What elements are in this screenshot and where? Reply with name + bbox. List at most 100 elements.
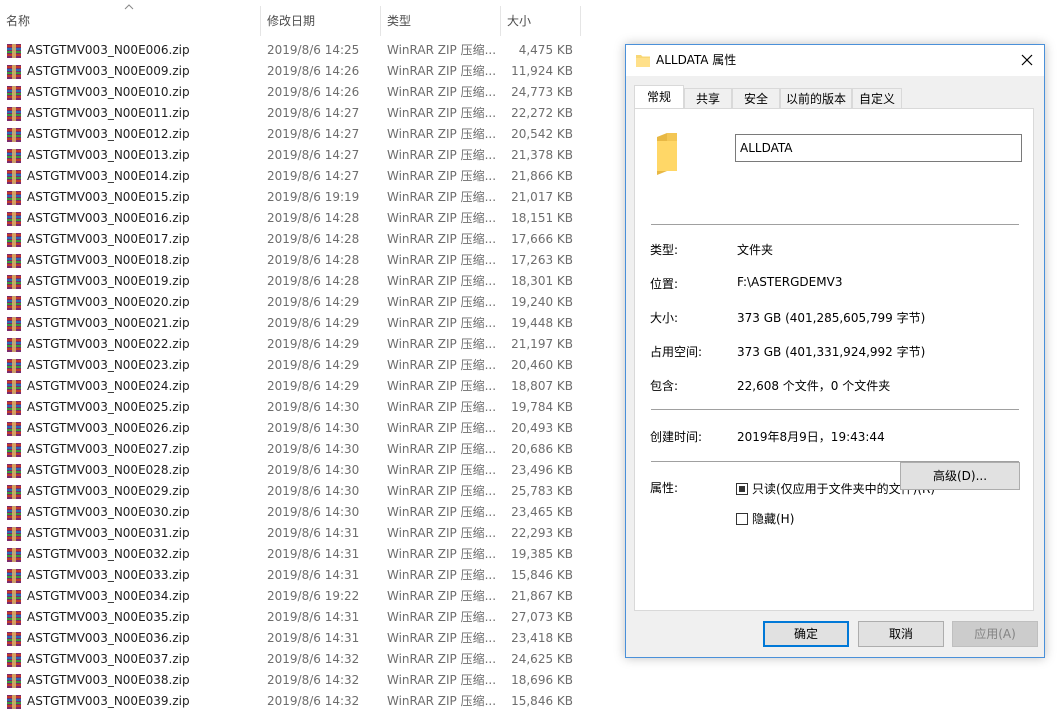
tab-general[interactable]: 常规 [634,85,684,109]
disk-size-value: 373 GB (401,331,924,992 字节) [737,345,926,359]
column-name[interactable]: 名称 [6,0,30,38]
column-divider[interactable] [580,6,581,36]
file-size: 17,263 KB [511,253,573,267]
file-row[interactable]: ASTGTMV003_N00E024.zip 2019/8/6 14:29 WinR… [0,376,582,397]
file-row[interactable]: ASTGTMV003_N00E011.zip 2019/8/6 14:27 WinR… [0,103,582,124]
file-size: 24,625 KB [511,652,573,666]
file-row[interactable]: ASTGTMV003_N00E016.zip 2019/8/6 14:28 WinR… [0,208,582,229]
file-row[interactable]: ASTGTMV003_N00E034.zip 2019/8/6 19:22 WinR… [0,586,582,607]
close-icon[interactable] [1010,45,1044,76]
winrar-zip-icon [7,506,21,520]
winrar-zip-icon [7,191,21,205]
tab-sharing[interactable]: 共享 [684,88,732,108]
file-size: 22,272 KB [511,106,573,120]
file-row[interactable]: ASTGTMV003_N00E028.zip 2019/8/6 14:30 WinR… [0,460,582,481]
file-row[interactable]: ASTGTMV003_N00E035.zip 2019/8/6 14:31 WinR… [0,607,582,628]
file-size: 21,017 KB [511,190,573,204]
winrar-zip-icon [7,317,21,331]
file-type: WinRAR ZIP 压缩... [387,169,495,183]
file-type: WinRAR ZIP 压缩... [387,274,495,288]
file-type: WinRAR ZIP 压缩... [387,505,495,519]
type-value: 文件夹 [737,243,774,257]
folder-name-input[interactable] [735,134,1022,162]
tab-customize[interactable]: 自定义 [852,88,902,108]
winrar-zip-icon [7,695,21,709]
tab-security[interactable]: 安全 [732,88,780,108]
file-row[interactable]: ASTGTMV003_N00E010.zip 2019/8/6 14:26 WinR… [0,82,582,103]
apply-button[interactable]: 应用(A) [952,621,1038,647]
file-type: WinRAR ZIP 压缩... [387,253,495,267]
file-row[interactable]: ASTGTMV003_N00E006.zip 2019/8/6 14:25 WinR… [0,40,582,61]
file-size: 18,807 KB [511,379,573,393]
file-date: 2019/8/6 14:30 [267,463,360,477]
column-type[interactable]: 类型 [387,0,411,38]
tab-previous-versions[interactable]: 以前的版本 [780,88,852,108]
file-row[interactable]: ASTGTMV003_N00E036.zip 2019/8/6 14:31 WinR… [0,628,582,649]
contains-label: 包含: [650,379,679,393]
column-divider[interactable] [260,6,261,36]
file-type: WinRAR ZIP 压缩... [387,694,495,708]
checkbox-box[interactable] [736,483,748,495]
column-divider[interactable] [380,6,381,36]
file-type: WinRAR ZIP 压缩... [387,421,495,435]
column-size[interactable]: 大小 [507,0,531,38]
file-type: WinRAR ZIP 压缩... [387,610,495,624]
file-name: ASTGTMV003_N00E014.zip [27,169,190,183]
file-row[interactable]: ASTGTMV003_N00E026.zip 2019/8/6 14:30 WinR… [0,418,582,439]
sort-up-icon [124,4,134,10]
column-date[interactable]: 修改日期 [267,0,315,38]
file-row[interactable]: ASTGTMV003_N00E018.zip 2019/8/6 14:28 WinR… [0,250,582,271]
file-row[interactable]: ASTGTMV003_N00E029.zip 2019/8/6 14:30 WinR… [0,481,582,502]
file-row[interactable]: ASTGTMV003_N00E037.zip 2019/8/6 14:32 WinR… [0,649,582,670]
winrar-zip-icon [7,128,21,142]
winrar-zip-icon [7,149,21,163]
folder-icon [657,133,677,175]
column-divider[interactable] [500,6,501,36]
file-type: WinRAR ZIP 压缩... [387,85,495,99]
file-row[interactable]: ASTGTMV003_N00E032.zip 2019/8/6 14:31 WinR… [0,544,582,565]
file-row[interactable]: ASTGTMV003_N00E013.zip 2019/8/6 14:27 WinR… [0,145,582,166]
file-row[interactable]: ASTGTMV003_N00E021.zip 2019/8/6 14:29 WinR… [0,313,582,334]
file-type: WinRAR ZIP 压缩... [387,484,495,498]
file-date: 2019/8/6 19:19 [267,190,360,204]
file-row[interactable]: ASTGTMV003_N00E015.zip 2019/8/6 19:19 WinR… [0,187,582,208]
ok-button[interactable]: 确定 [763,621,849,647]
file-row[interactable]: ASTGTMV003_N00E014.zip 2019/8/6 14:27 WinR… [0,166,582,187]
checkbox-box[interactable] [736,513,748,525]
file-row[interactable]: ASTGTMV003_N00E033.zip 2019/8/6 14:31 WinR… [0,565,582,586]
file-name: ASTGTMV003_N00E034.zip [27,589,190,603]
file-name: ASTGTMV003_N00E018.zip [27,253,190,267]
file-row[interactable]: ASTGTMV003_N00E020.zip 2019/8/6 14:29 WinR… [0,292,582,313]
file-type: WinRAR ZIP 压缩... [387,43,495,57]
advanced-button[interactable]: 高级(D)... [900,462,1020,490]
file-date: 2019/8/6 14:30 [267,400,360,414]
file-row[interactable]: ASTGTMV003_N00E039.zip 2019/8/6 14:32 WinR… [0,691,582,712]
dialog-titlebar[interactable]: ALLDATA 属性 [626,45,1044,76]
winrar-zip-icon [7,86,21,100]
file-row[interactable]: ASTGTMV003_N00E017.zip 2019/8/6 14:28 WinR… [0,229,582,250]
file-type: WinRAR ZIP 压缩... [387,547,495,561]
file-row[interactable]: ASTGTMV003_N00E012.zip 2019/8/6 14:27 WinR… [0,124,582,145]
file-name: ASTGTMV003_N00E039.zip [27,694,190,708]
file-date: 2019/8/6 14:26 [267,64,360,78]
file-row[interactable]: ASTGTMV003_N00E009.zip 2019/8/6 14:26 WinR… [0,61,582,82]
file-row[interactable]: ASTGTMV003_N00E027.zip 2019/8/6 14:30 WinR… [0,439,582,460]
file-type: WinRAR ZIP 压缩... [387,64,495,78]
file-row[interactable]: ASTGTMV003_N00E038.zip 2019/8/6 14:32 WinR… [0,670,582,691]
file-row[interactable]: ASTGTMV003_N00E019.zip 2019/8/6 14:28 WinR… [0,271,582,292]
file-date: 2019/8/6 14:32 [267,694,360,708]
cancel-button[interactable]: 取消 [858,621,944,647]
file-name: ASTGTMV003_N00E010.zip [27,85,190,99]
file-row[interactable]: ASTGTMV003_N00E031.zip 2019/8/6 14:31 WinR… [0,523,582,544]
file-row[interactable]: ASTGTMV003_N00E023.zip 2019/8/6 14:29 WinR… [0,355,582,376]
file-date: 2019/8/6 14:30 [267,505,360,519]
file-date: 2019/8/6 14:29 [267,379,360,393]
file-row[interactable]: ASTGTMV003_N00E030.zip 2019/8/6 14:30 WinR… [0,502,582,523]
file-type: WinRAR ZIP 压缩... [387,526,495,540]
file-row[interactable]: ASTGTMV003_N00E022.zip 2019/8/6 14:29 WinR… [0,334,582,355]
file-row[interactable]: ASTGTMV003_N00E025.zip 2019/8/6 14:30 WinR… [0,397,582,418]
file-name: ASTGTMV003_N00E036.zip [27,631,190,645]
created-label: 创建时间: [650,430,703,444]
file-size: 23,496 KB [511,463,573,477]
file-name: ASTGTMV003_N00E016.zip [27,211,190,225]
